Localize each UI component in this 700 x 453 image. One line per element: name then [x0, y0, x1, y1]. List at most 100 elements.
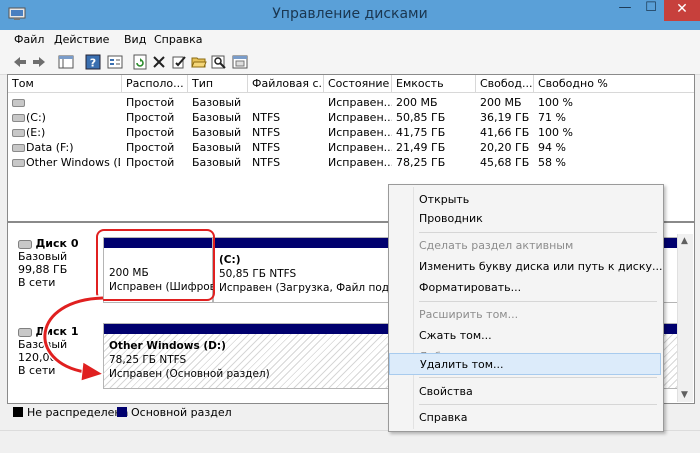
- volume-cell-volume[interactable]: [26, 95, 120, 110]
- menu-bar: Файл Действие Вид Справка: [0, 30, 700, 50]
- volume-cell-type: Базовый: [192, 96, 242, 109]
- column-header-layout[interactable]: Располо...: [122, 75, 188, 93]
- volume-cell-layout: Простой: [126, 96, 175, 109]
- minimize-button[interactable]: —: [612, 0, 638, 21]
- volume-cell-filesystem: NTFS: [252, 126, 281, 139]
- context-menu-item-label: Справка: [419, 411, 468, 424]
- volume-cell-free: 20,20 ГБ: [480, 141, 530, 154]
- volume-cell-type: Базовый: [192, 156, 242, 169]
- volume-cell-volume[interactable]: (E:): [26, 125, 120, 140]
- column-header-capacity[interactable]: Емкость: [392, 75, 476, 93]
- drive-icon: [12, 144, 25, 152]
- volume-cell-free: 45,68 ГБ: [480, 156, 530, 169]
- volume-cell-free-percent: 100 %: [538, 96, 573, 109]
- context-menu-item[interactable]: Форматировать...: [389, 277, 661, 299]
- volume-cell-layout: Простой: [126, 141, 175, 154]
- context-menu-item-label: Расширить том...: [419, 308, 519, 321]
- volume-cell-filesystem: NTFS: [252, 141, 281, 154]
- column-header-status[interactable]: Состояние: [324, 75, 392, 93]
- volume-cell-type: Базовый: [192, 126, 242, 139]
- volume-cell-status: Исправен...: [328, 141, 392, 154]
- legend-unallocated: Не распределена: [27, 406, 129, 419]
- show-hide-console-icon[interactable]: [58, 54, 74, 70]
- context-menu-item-label: Сделать раздел активным: [419, 239, 574, 252]
- context-menu-item-label: Проводник: [419, 212, 483, 225]
- volume-cell-capacity: 78,25 ГБ: [396, 156, 446, 169]
- annotation-arrow: [42, 295, 105, 382]
- refresh-icon[interactable]: [132, 54, 148, 70]
- context-menu-item[interactable]: Изменить букву диска или путь к диску...: [389, 256, 663, 278]
- volume-cell-status: Исправен...: [328, 156, 392, 169]
- svg-text:?: ?: [90, 57, 96, 70]
- partition-title: (C:): [219, 254, 241, 266]
- column-header-volume[interactable]: Том: [8, 75, 122, 93]
- disk-view-scrollbar[interactable]: ▲ ▼: [677, 234, 693, 402]
- toolbar: ?: [0, 50, 700, 75]
- check-icon[interactable]: [171, 54, 187, 70]
- primary-partition-swatch: [117, 407, 127, 417]
- scroll-down-icon[interactable]: ▼: [681, 390, 688, 400]
- partition-title: Other Windows (D:): [109, 340, 226, 352]
- disk-0-status: В сети: [18, 276, 56, 289]
- context-menu-item[interactable]: Свойства: [389, 381, 661, 403]
- disk-0-name: Диск 0: [35, 237, 79, 250]
- volume-cell-capacity: 41,75 ГБ: [396, 126, 446, 139]
- context-menu-item[interactable]: Проводник: [389, 208, 661, 230]
- volume-cell-layout: Простой: [126, 126, 175, 139]
- context-menu-separator: [419, 404, 657, 405]
- scroll-up-icon[interactable]: ▲: [681, 236, 688, 246]
- context-menu-separator: [419, 377, 657, 378]
- volume-cell-free-percent: 58 %: [538, 156, 566, 169]
- volume-cell-capacity: 50,85 ГБ: [396, 111, 446, 124]
- console-icon[interactable]: [232, 54, 248, 70]
- volume-cell-volume[interactable]: (C:): [26, 110, 120, 125]
- volume-cell-volume[interactable]: Other Windows (D:): [26, 155, 120, 170]
- unallocated-swatch: [13, 407, 23, 417]
- search-icon[interactable]: [211, 54, 227, 70]
- partition-size: 50,85 ГБ NTFS: [219, 268, 297, 280]
- drive-icon: [12, 114, 25, 122]
- help-icon[interactable]: ?: [85, 54, 101, 70]
- menu-file[interactable]: Файл: [14, 33, 44, 46]
- context-menu-separator: [419, 301, 657, 302]
- disk-icon: [18, 239, 32, 249]
- disk-0-type: Базовый: [18, 250, 68, 263]
- volume-cell-free: 36,19 ГБ: [480, 111, 530, 124]
- column-header-free[interactable]: Свобод...: [476, 75, 534, 93]
- minimize-icon: —: [618, 0, 632, 15]
- column-header-free-percent[interactable]: Свободно %: [534, 75, 694, 93]
- window-title: Управление дисками: [272, 6, 428, 22]
- context-menu-item[interactable]: Удалить том...: [389, 353, 661, 375]
- volume-cell-free: 41,66 ГБ: [480, 126, 530, 139]
- context-menu-item-label: Свойства: [419, 385, 473, 398]
- context-menu-item-label: Удалить том...: [420, 358, 504, 371]
- disk-0-size: 99,88 ГБ: [18, 263, 68, 276]
- menu-action[interactable]: Действие: [54, 33, 109, 46]
- context-menu-item-label: Открыть: [419, 193, 470, 206]
- open-folder-icon[interactable]: [191, 54, 207, 70]
- maximize-icon: ☐: [645, 0, 657, 15]
- context-menu-item[interactable]: Справка: [389, 407, 661, 429]
- disk-0-label[interactable]: Диск 0 Базовый 99,88 ГБ В сети: [18, 237, 78, 289]
- column-header-filesystem[interactable]: Файловая с...: [248, 75, 324, 93]
- back-icon[interactable]: [12, 54, 28, 70]
- close-icon: ✕: [676, 1, 688, 17]
- menu-view[interactable]: Вид: [124, 33, 146, 46]
- drive-icon: [12, 129, 25, 137]
- volume-cell-volume[interactable]: Data (F:): [26, 140, 120, 155]
- context-menu-item-label: Форматировать...: [419, 281, 522, 294]
- forward-icon[interactable]: [31, 54, 47, 70]
- column-header-type[interactable]: Тип: [188, 75, 248, 93]
- properties-icon[interactable]: [107, 54, 123, 70]
- close-button[interactable]: ✕: [664, 0, 700, 21]
- volume-cell-layout: Простой: [126, 111, 175, 124]
- context-menu-separator: [419, 232, 657, 233]
- context-menu-item[interactable]: Сжать том...: [389, 325, 661, 347]
- maximize-button[interactable]: ☐: [638, 0, 664, 21]
- volume-cell-free-percent: 100 %: [538, 126, 573, 139]
- context-menu-item-label: Изменить букву диска или путь к диску...: [419, 260, 663, 273]
- drive-icon: [12, 159, 25, 167]
- delete-icon[interactable]: [151, 54, 167, 70]
- context-menu-item: Сделать раздел активным: [389, 235, 661, 257]
- menu-help[interactable]: Справка: [154, 33, 202, 46]
